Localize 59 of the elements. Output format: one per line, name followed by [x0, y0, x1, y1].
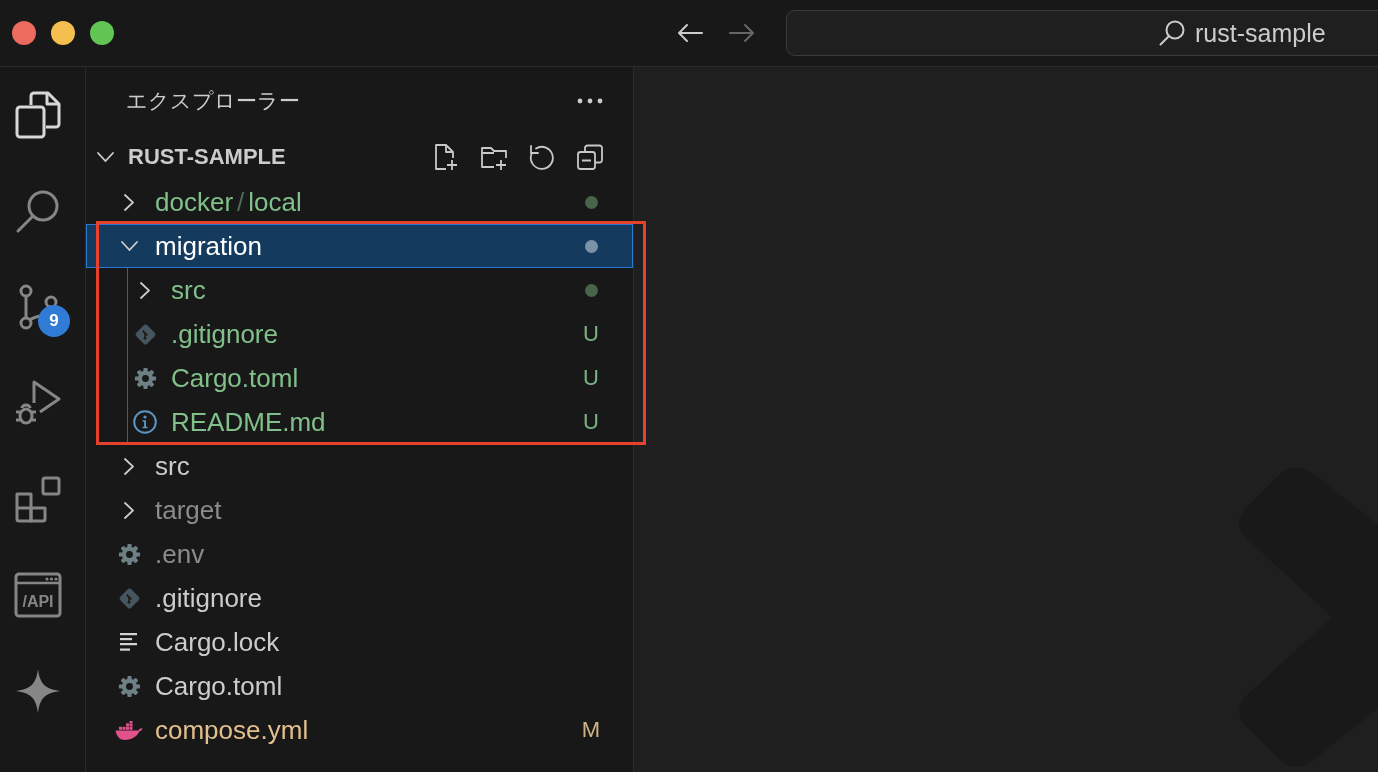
- api-window-icon[interactable]: /API: [14, 571, 62, 619]
- tree-row[interactable]: Cargo.toml U: [128, 356, 633, 400]
- extensions-icon[interactable]: [14, 475, 62, 523]
- collapse-all-icon[interactable]: [576, 143, 604, 171]
- maximize-button[interactable]: [90, 21, 114, 45]
- tree-row[interactable]: Cargo.lock: [86, 620, 633, 664]
- tree-row[interactable]: README.md U: [128, 400, 633, 444]
- tree-row[interactable]: docker/local: [86, 180, 633, 224]
- run-debug-icon[interactable]: [14, 379, 62, 427]
- file-name: .env: [155, 538, 205, 570]
- tree-row[interactable]: migration: [86, 224, 633, 268]
- close-button[interactable]: [12, 21, 36, 45]
- tree-row[interactable]: compose.yml M: [86, 708, 633, 752]
- count-badge: 9: [38, 305, 70, 337]
- chevron-right-icon[interactable]: [124, 193, 134, 211]
- sidebar-title: エクスプローラー: [126, 87, 300, 115]
- search-icon: [1159, 20, 1185, 46]
- tree-row[interactable]: .gitignore: [86, 576, 633, 620]
- info-icon: [133, 410, 157, 434]
- file-name: src: [155, 450, 190, 482]
- command-center[interactable]: rust-sample: [786, 10, 1378, 56]
- git-status-letter: U: [583, 321, 599, 347]
- more-icon[interactable]: [577, 97, 603, 104]
- tree-row[interactable]: src: [86, 444, 633, 488]
- chevron-down-icon[interactable]: [120, 241, 138, 251]
- file-name: Cargo.lock: [155, 626, 280, 658]
- files-icon[interactable]: [14, 91, 62, 139]
- tree-row[interactable]: target: [86, 488, 633, 532]
- tree-row[interactable]: src: [128, 268, 633, 312]
- tree-row[interactable]: .gitignore U: [128, 312, 633, 356]
- refresh-icon[interactable]: [528, 143, 556, 171]
- file-name: migration: [155, 230, 262, 262]
- chevron-right-icon[interactable]: [124, 501, 134, 519]
- section-title[interactable]: RUST-SAMPLE: [128, 144, 286, 170]
- new-file-icon[interactable]: [432, 143, 460, 171]
- file-name: Cargo.toml: [155, 670, 283, 702]
- tree-row[interactable]: .env: [86, 532, 633, 576]
- file-name: target: [155, 494, 222, 526]
- minimize-button[interactable]: [51, 21, 75, 45]
- chevron-right-icon[interactable]: [140, 281, 150, 299]
- text-lines-icon: [120, 633, 138, 651]
- file-name: README.md: [171, 406, 326, 438]
- gear-icon: [133, 366, 157, 390]
- file-name: Cargo.toml: [171, 362, 299, 394]
- chevron-right-icon[interactable]: [124, 457, 134, 475]
- git-status-letter: U: [583, 409, 599, 435]
- git-status-letter: M: [581, 717, 601, 743]
- gear-icon: [117, 674, 141, 698]
- file-name: docker/local: [155, 186, 302, 218]
- whale-icon: [115, 720, 143, 740]
- file-name: compose.yml: [155, 714, 309, 746]
- file-name: .gitignore: [155, 582, 262, 614]
- file-name: .gitignore: [171, 318, 278, 350]
- back-arrow-icon[interactable]: [677, 23, 703, 43]
- tree-row[interactable]: Cargo.toml: [86, 664, 633, 708]
- file-name: src: [171, 274, 206, 306]
- gear-icon: [117, 542, 141, 566]
- chevron-down-icon[interactable]: [97, 152, 114, 162]
- git-status-letter: U: [583, 365, 599, 391]
